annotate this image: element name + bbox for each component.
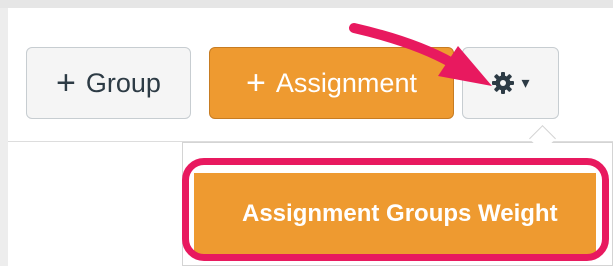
window-top-border — [0, 0, 613, 8]
add-group-label: Group — [85, 67, 161, 98]
plus-icon: + — [246, 64, 266, 102]
annotation-highlight-box — [182, 158, 609, 261]
plus-icon: + — [56, 64, 76, 102]
add-assignment-button[interactable]: + Assignment — [209, 47, 454, 119]
caret-down-icon: ▾ — [521, 75, 530, 92]
settings-dropdown-button[interactable]: ▾ — [462, 47, 559, 119]
add-assignment-label: Assignment — [275, 67, 417, 98]
add-group-button[interactable]: + Group — [26, 47, 191, 119]
window-left-border — [0, 8, 8, 266]
gear-icon — [491, 71, 515, 95]
